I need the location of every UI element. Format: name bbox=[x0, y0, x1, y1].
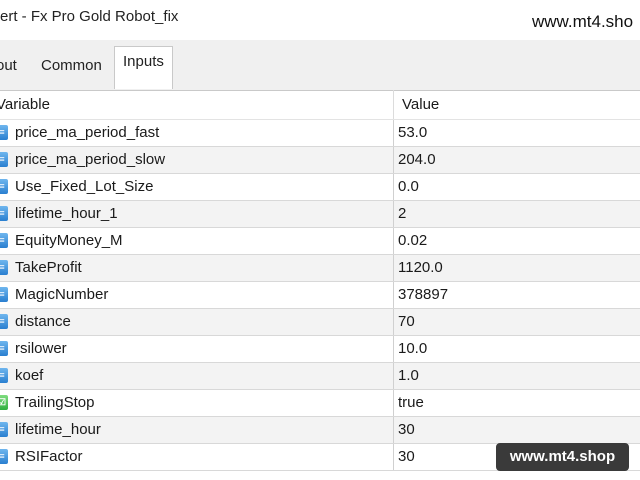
variable-name: TrailingStop bbox=[15, 394, 95, 411]
variable-value[interactable]: 10.0 bbox=[398, 340, 427, 357]
column-divider bbox=[393, 228, 394, 254]
table-row[interactable]: ≡ price_ma_period_slow 204.0 bbox=[0, 147, 640, 174]
variable-name: price_ma_period_slow bbox=[15, 151, 166, 168]
window-title: ert - Fx Pro Gold Robot_fix bbox=[0, 8, 179, 25]
column-divider[interactable] bbox=[393, 90, 394, 119]
variable-name: distance bbox=[15, 313, 71, 330]
column-divider bbox=[393, 390, 394, 416]
watermark-top: www.mt4.sho bbox=[532, 12, 634, 31]
column-divider bbox=[393, 336, 394, 362]
variable-name: koef bbox=[15, 367, 44, 384]
tab-common[interactable]: Common bbox=[41, 54, 102, 82]
variable-value[interactable]: 53.0 bbox=[398, 124, 427, 141]
column-divider bbox=[393, 174, 394, 200]
variable-name: MagicNumber bbox=[15, 286, 109, 303]
column-divider bbox=[393, 309, 394, 335]
variable-value[interactable]: 0.02 bbox=[398, 232, 427, 249]
table-row[interactable]: ≡ lifetime_hour_1 2 bbox=[0, 201, 640, 228]
number-icon: ≡ bbox=[0, 125, 8, 140]
table-row[interactable]: ≡ EquityMoney_M 0.02 bbox=[0, 228, 640, 255]
title-bar: ert - Fx Pro Gold Robot_fix www.mt4.sho bbox=[0, 0, 640, 40]
table-row[interactable]: ☑ TrailingStop true bbox=[0, 390, 640, 417]
number-icon: ≡ bbox=[0, 422, 8, 437]
number-icon: ≡ bbox=[0, 152, 8, 167]
tab-strip: out Common Inputs bbox=[0, 40, 640, 91]
table-row[interactable]: ≡ Use_Fixed_Lot_Size 0.0 bbox=[0, 174, 640, 201]
table-row[interactable]: ≡ TakeProfit 1120.0 bbox=[0, 255, 640, 282]
column-divider bbox=[393, 282, 394, 308]
watermark-badge: www.mt4.shop bbox=[496, 443, 629, 471]
variable-value[interactable]: 0.0 bbox=[398, 178, 419, 195]
number-icon: ≡ bbox=[0, 368, 8, 383]
variable-name: TakeProfit bbox=[15, 259, 82, 276]
variable-value[interactable]: 378897 bbox=[398, 286, 448, 303]
variable-value[interactable]: 1.0 bbox=[398, 367, 419, 384]
inputs-table: Variable Value ≡ price_ma_period_fast 53.0… bbox=[0, 90, 640, 471]
column-divider bbox=[393, 201, 394, 227]
variable-value[interactable]: 204.0 bbox=[398, 151, 436, 168]
variable-name: EquityMoney_M bbox=[15, 232, 123, 249]
variable-name: lifetime_hour_1 bbox=[15, 205, 118, 222]
column-divider bbox=[393, 120, 394, 146]
table-row[interactable]: ≡ price_ma_period_fast 53.0 bbox=[0, 120, 640, 147]
column-divider bbox=[393, 147, 394, 173]
column-header-value[interactable]: Value bbox=[402, 96, 439, 113]
variable-value[interactable]: 2 bbox=[398, 205, 406, 222]
variable-value[interactable]: 30 bbox=[398, 448, 415, 465]
boolean-icon: ☑ bbox=[0, 395, 8, 410]
number-icon: ≡ bbox=[0, 341, 8, 356]
tab-about[interactable]: out bbox=[0, 54, 17, 82]
number-icon: ≡ bbox=[0, 314, 8, 329]
variable-name: lifetime_hour bbox=[15, 421, 101, 438]
table-row[interactable]: ≡ koef 1.0 bbox=[0, 363, 640, 390]
number-icon: ≡ bbox=[0, 449, 8, 464]
variable-value[interactable]: 70 bbox=[398, 313, 415, 330]
variable-value[interactable]: 1120.0 bbox=[398, 259, 443, 276]
column-divider bbox=[393, 255, 394, 281]
table-body: ≡ price_ma_period_fast 53.0 ≡ price_ma_perio… bbox=[0, 120, 640, 471]
table-row[interactable]: ≡ distance 70 bbox=[0, 309, 640, 336]
table-row[interactable]: ≡ MagicNumber 378897 bbox=[0, 282, 640, 309]
table-header: Variable Value bbox=[0, 90, 640, 120]
variable-name: rsilower bbox=[15, 340, 67, 357]
number-icon: ≡ bbox=[0, 287, 8, 302]
number-icon: ≡ bbox=[0, 233, 8, 248]
variable-name: price_ma_period_fast bbox=[15, 124, 160, 141]
variable-name: Use_Fixed_Lot_Size bbox=[15, 178, 154, 195]
variable-value[interactable]: 30 bbox=[398, 421, 415, 438]
table-row[interactable]: ≡ lifetime_hour 30 bbox=[0, 417, 640, 444]
column-divider bbox=[393, 363, 394, 389]
number-icon: ≡ bbox=[0, 179, 8, 194]
table-row[interactable]: ≡ rsilower 10.0 bbox=[0, 336, 640, 363]
variable-name: RSIFactor bbox=[15, 448, 83, 465]
number-icon: ≡ bbox=[0, 260, 8, 275]
column-header-variable[interactable]: Variable bbox=[0, 96, 50, 113]
column-divider bbox=[393, 417, 394, 443]
number-icon: ≡ bbox=[0, 206, 8, 221]
variable-value[interactable]: true bbox=[398, 394, 424, 411]
column-divider bbox=[393, 444, 394, 470]
tab-inputs[interactable]: Inputs bbox=[114, 46, 173, 89]
